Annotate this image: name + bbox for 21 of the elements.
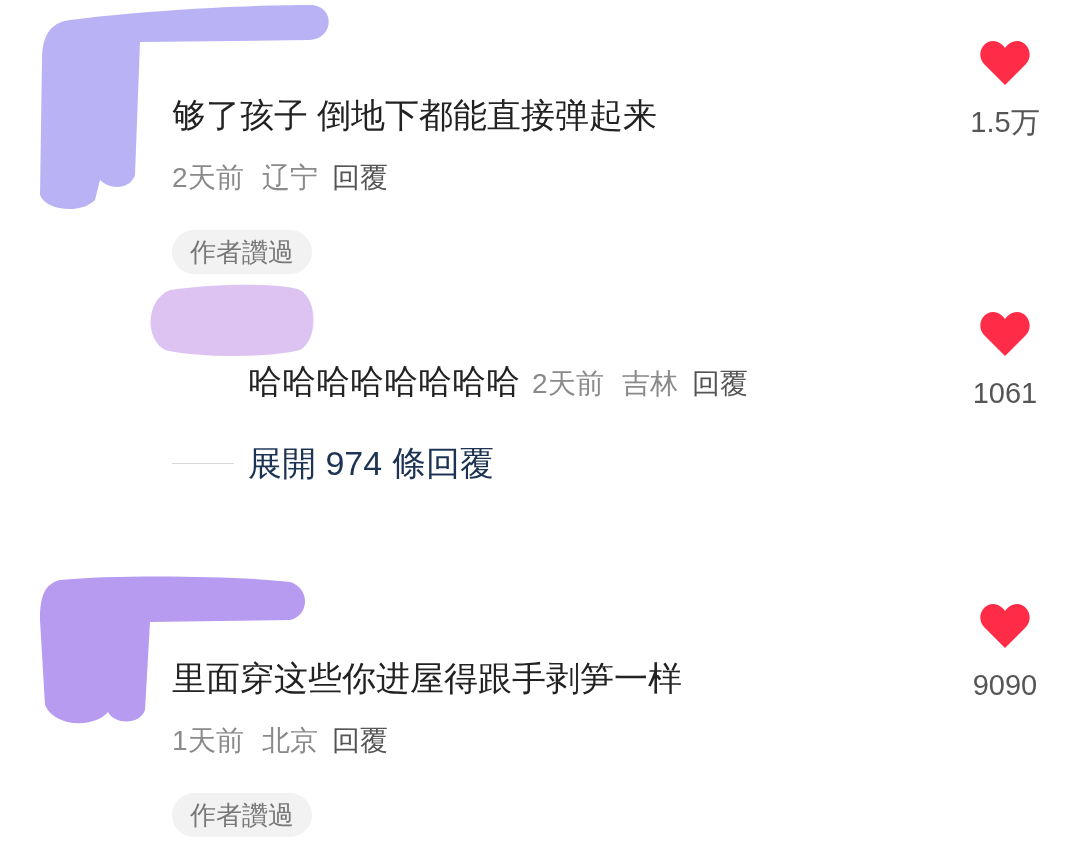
like-count: 1.5万 [970, 105, 1040, 140]
author-liked-badge: 作者讚過 [172, 793, 312, 837]
reply-link[interactable]: 回覆 [331, 723, 388, 759]
comment-location: 辽宁 [261, 161, 318, 195]
heart-icon[interactable] [979, 603, 1031, 649]
expand-replies-link[interactable]: 展開 974 條回覆 [248, 443, 494, 483]
heart-icon[interactable] [979, 40, 1031, 86]
comment-time: 2天前 [532, 367, 604, 401]
reply-link[interactable]: 回覆 [331, 160, 388, 196]
author-liked-badge: 作者讚過 [172, 230, 312, 274]
comment-location: 吉林 [621, 367, 678, 401]
comment-time: 2天前 [172, 161, 244, 195]
heart-icon[interactable] [979, 311, 1031, 357]
like-count: 9090 [972, 668, 1038, 703]
comment-time: 1天前 [172, 724, 244, 758]
comment-text: 里面穿这些你进屋得跟手剥笋一样 [172, 658, 682, 698]
reply-link[interactable]: 回覆 [691, 366, 748, 402]
reply-text: 哈哈哈哈哈哈哈哈 [248, 361, 520, 401]
like-count: 1061 [972, 376, 1038, 411]
comment-location: 北京 [261, 724, 318, 758]
comment-text: 够了孩子 倒地下都能直接弹起来 [172, 95, 658, 135]
